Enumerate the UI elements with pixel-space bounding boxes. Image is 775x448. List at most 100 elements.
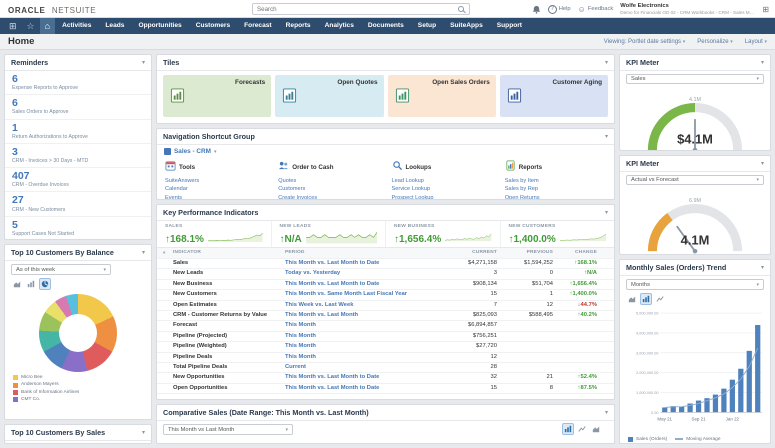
reminders-portlet-header[interactable]: Reminders ▾ [5,55,151,71]
kpi-period-link[interactable]: This Month vs. Last Month to Date [285,384,435,393]
trend-period-select[interactable]: Months ▾ [626,279,764,290]
sales-portlet-header[interactable]: Top 10 Customers By Sales ▾ [5,425,151,441]
reminder-item[interactable]: 5Support Cases Not Started [5,217,151,239]
search-icon[interactable] [458,6,464,12]
user-role-menu[interactable]: Wolfe Electronics Demo for Financials OD… [620,3,755,15]
portlet-menu-icon[interactable]: ▾ [761,160,764,167]
pie-chart-icon[interactable] [39,278,51,290]
kpi-table-row[interactable]: New BusinessThis Month vs. Last Month to… [157,280,614,290]
nav-item-forecast[interactable]: Forecast [237,18,279,34]
shortcut-link-suiteanswers[interactable]: SuiteAnswers [165,177,266,185]
nav-item-documents[interactable]: Documents [361,18,411,34]
shortcut-link-lead-lookup[interactable]: Lead Lookup [392,177,493,185]
kpi-card-new-business[interactable]: NEW BUSINESS↑1,656.4% [386,221,501,247]
shortcut-portlet-header[interactable]: Navigation Shortcut Group ▾ [157,129,614,145]
shortcut-link-events[interactable]: Events [165,194,266,200]
kpi-period-link[interactable]: This Month [285,342,435,351]
nav-item-suiteapps[interactable]: SuiteApps [443,18,490,34]
kpi-period-link[interactable]: This Month vs. Last Month to Date [285,373,435,382]
kpi-period-link[interactable]: This Week vs. Last Week [285,301,435,310]
portlet-menu-icon[interactable]: ▾ [142,249,145,256]
tile-customer-aging[interactable]: Customer Aging [500,75,608,117]
global-search[interactable] [252,3,470,15]
reminder-item[interactable]: 407CRM - Overdue Invoices [5,168,151,192]
portlet-menu-icon[interactable]: ▾ [761,59,764,66]
notifications-bell-icon[interactable] [532,5,541,14]
shortcut-link-calendar[interactable]: Calendar [165,185,266,193]
shortcut-link-create-invoices[interactable]: Create Invoices [278,194,379,200]
shortcut-link-sales-by-item[interactable]: Sales by Item [505,177,606,185]
comparative-portlet-header[interactable]: Comparative Sales (Date Range: This Mont… [157,405,614,421]
kpi-period-link[interactable]: This Month vs. Last Month to Date [285,280,435,289]
reminder-item[interactable]: 6Sales Orders to Approve [5,95,151,119]
nav-item-support[interactable]: Support [490,18,529,34]
home-icon[interactable]: ⌂ [40,18,55,34]
kpi-table-row[interactable]: CRM - Customer Returns by ValueThis Mont… [157,311,614,321]
kpi-period-link[interactable]: This Month [285,332,435,341]
balance-donut-chart[interactable] [39,294,117,372]
line-chart-icon[interactable] [576,423,588,435]
netsuite-logo[interactable]: ORACLE NETSUITE [8,0,96,20]
bar-chart-icon[interactable] [25,278,37,290]
feedback-menu[interactable]: ☺ Feedback [578,5,614,14]
kpi-table-row[interactable]: New CustomersThis Month vs. Same Month L… [157,290,614,300]
balance-portlet-header[interactable]: Top 10 Customers By Balance ▾ [5,245,151,261]
kpi-table-row[interactable]: Total Pipeline DealsCurrent28 [157,363,614,373]
area-chart-icon[interactable] [626,293,638,305]
kpi-meter-header[interactable]: KPI Meter ▾ [620,156,770,172]
trend-portlet-header[interactable]: Monthly Sales (Orders) Trend ▾ [620,260,770,276]
tile-forecasts[interactable]: Forecasts [163,75,271,117]
kpi-table-row[interactable]: New OpportunitiesThis Month vs. Last Mon… [157,373,614,383]
kpi-meter-header[interactable]: KPI Meter ▾ [620,55,770,71]
kpi-portlet-header[interactable]: Key Performance Indicators ▾ [157,205,614,221]
bar-chart-icon[interactable] [640,293,652,305]
tile-open-sales-orders[interactable]: Open Sales Orders [388,75,496,117]
portlet-menu-icon[interactable]: ▾ [142,59,145,66]
kpi-table-row[interactable]: SalesThis Month vs. Last Month to Date$4… [157,259,614,269]
kpi-meter-select[interactable]: Sales ▾ [626,74,764,84]
shortcut-link-prospect-lookup[interactable]: Prospect Lookup [392,194,493,200]
personalize-menu[interactable]: Personalize ▾ [697,39,733,45]
shortcut-group-selector[interactable]: Sales - CRM ▾ [157,145,614,156]
kpi-table-row[interactable]: Open EstimatesThis Week vs. Last Week712… [157,301,614,311]
reminder-item[interactable]: 27CRM - New Customers [5,192,151,216]
kpi-table-row[interactable]: ForecastThis Month$6,894,857 [157,321,614,331]
shortcut-link-sales-by-rep[interactable]: Sales by Rep [505,185,606,193]
table-filter-caret-icon[interactable]: ▾ [163,248,173,258]
kpi-table-row[interactable]: New LeadsToday vs. Yesterday30↑N/A [157,269,614,279]
comparative-range-select[interactable]: This Month vs Last Month ▾ [163,424,293,435]
shortcut-link-service-lookup[interactable]: Service Lookup [392,185,493,193]
help-menu[interactable]: ? Help [548,5,571,14]
balance-filter-select[interactable]: As of this week ▾ [11,264,111,275]
portlet-menu-icon[interactable]: ▾ [605,59,608,66]
shortcut-link-customers[interactable]: Customers [278,185,379,193]
reminder-item[interactable]: 3CRM - Invoices > 30 Days - MTD [5,144,151,168]
kpi-card-new-customers[interactable]: NEW CUSTOMERS↑1,400.0% [501,221,615,247]
nav-item-customers[interactable]: Customers [189,18,237,34]
tiles-portlet-header[interactable]: Tiles ▾ [157,55,614,71]
shortcut-link-open-returns[interactable]: Open Returns [505,194,606,200]
kpi-period-link[interactable]: This Month [285,353,435,362]
nav-item-leads[interactable]: Leads [98,18,131,34]
kpi-table-row[interactable]: Pipeline (Weighted)This Month$27,720 [157,342,614,352]
kpi-period-link[interactable]: Today vs. Yesterday [285,269,435,278]
kpi-card-sales[interactable]: SALES↑168.1% [157,221,272,247]
portlet-menu-icon[interactable]: ▾ [605,409,608,416]
favorites-star-icon[interactable]: ☆ [22,18,40,34]
kpi-card-new-leads[interactable]: NEW LEADS↑N/A [272,221,387,247]
kpi-table-row[interactable]: Pipeline DealsThis Month12 [157,353,614,363]
kpi-period-link[interactable]: This Month vs. Last Month [285,311,435,320]
nav-item-analytics[interactable]: Analytics [318,18,361,34]
line-chart-icon[interactable] [654,293,666,305]
kpi-period-link[interactable]: This Month vs. Same Month Last Fiscal Ye… [285,290,435,299]
nav-item-opportunities[interactable]: Opportunities [131,18,188,34]
nav-item-reports[interactable]: Reports [279,18,318,34]
reminder-item[interactable]: 6Expense Reports to Approve [5,71,151,95]
reminder-item[interactable]: 1Return Authorizations to Approve [5,120,151,144]
kpi-period-link[interactable]: This Month vs. Last Month to Date [285,259,435,268]
tile-open-quotes[interactable]: Open Quotes [275,75,383,117]
kpi-table-row[interactable]: Pipeline (Projected)This Month$756,251 [157,332,614,342]
portlet-menu-icon[interactable]: ▾ [761,264,764,271]
global-search-input[interactable] [253,6,458,13]
portlet-menu-icon[interactable]: ▾ [605,133,608,140]
